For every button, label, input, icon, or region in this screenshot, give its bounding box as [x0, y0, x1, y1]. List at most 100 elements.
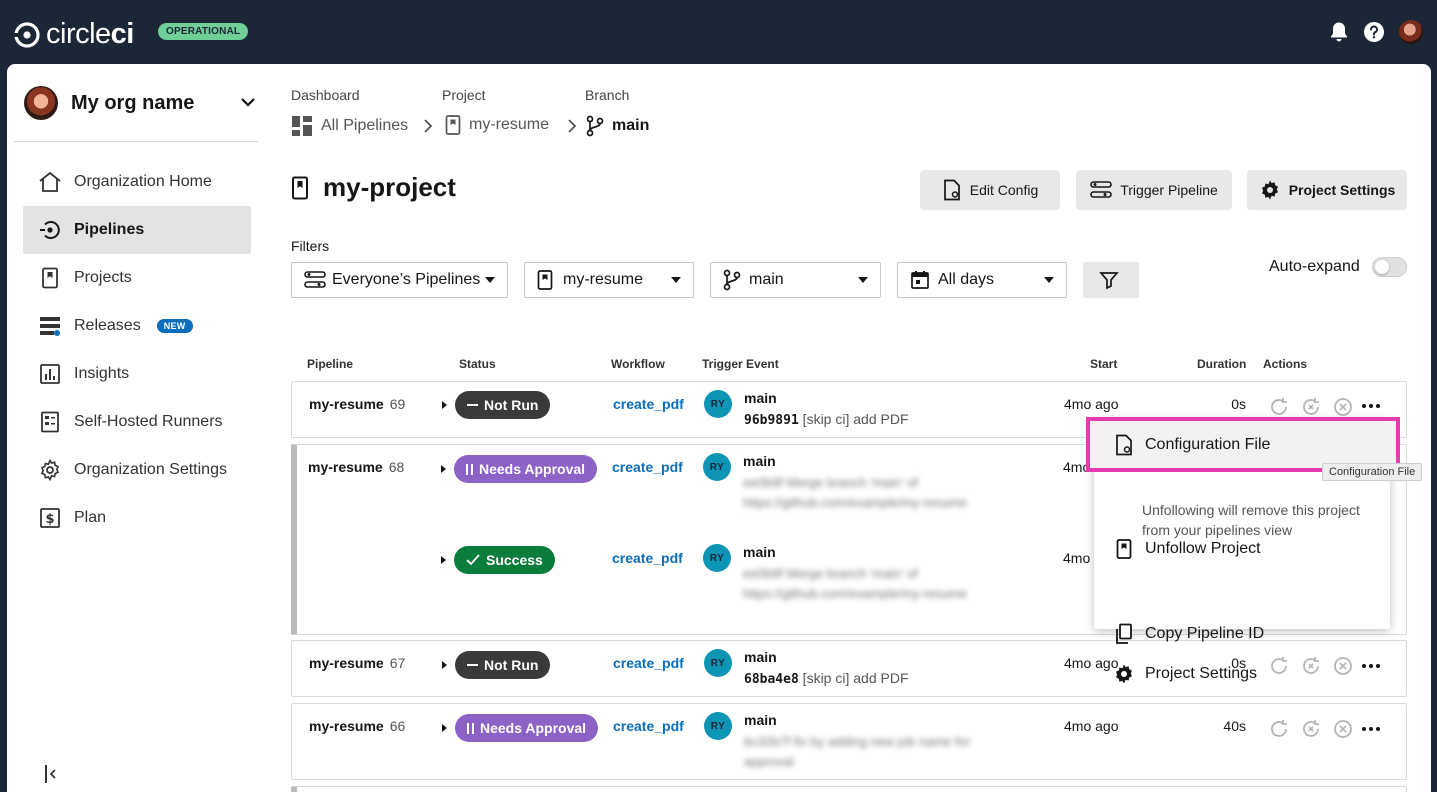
pipeline-name[interactable]: my-resume 68	[308, 459, 404, 475]
branch-filter-select[interactable]: main	[710, 262, 881, 298]
pipeline-name[interactable]: my-resume 66	[309, 718, 405, 734]
rerun-icon[interactable]	[1268, 718, 1290, 740]
pipelines-icon	[38, 218, 62, 242]
breadcrumb-dashboard: Dashboard All Pipelines	[291, 87, 408, 136]
avatar: RY	[704, 712, 732, 740]
status-badge[interactable]: OPERATIONAL	[158, 23, 249, 40]
edit-config-button[interactable]: Edit Config	[920, 170, 1060, 210]
circleci-logo[interactable]: circleci	[14, 18, 134, 51]
sidebar-item-label: Organization Home	[74, 173, 212, 190]
workflow-link[interactable]: create_pdf	[613, 718, 684, 734]
duration: 0s	[1231, 396, 1246, 412]
blurred-commit-message: ee0b9f Merge branch 'main' of https://gi…	[743, 566, 967, 601]
expand-triangle-icon[interactable]	[442, 724, 447, 732]
workflow-link[interactable]: create_pdf	[613, 655, 684, 671]
breadcrumb-label: Dashboard	[291, 87, 360, 103]
more-actions-icon[interactable]	[1362, 727, 1380, 731]
pipeline-name[interactable]: my-resume 69	[309, 396, 405, 412]
pipelines-filter-select[interactable]: Everyone’s Pipelines	[291, 262, 508, 298]
status-badge[interactable]: Needs Approval	[455, 714, 599, 742]
rerun-icon[interactable]	[1268, 655, 1290, 677]
chevron-down-icon[interactable]	[240, 94, 256, 110]
bell-icon[interactable]	[1329, 21, 1349, 43]
chevron-right-icon	[568, 119, 577, 133]
rerun-failed-icon[interactable]	[1300, 718, 1322, 740]
avatar: RY	[703, 453, 731, 481]
more-actions-icon[interactable]	[1362, 404, 1380, 408]
cancel-icon[interactable]	[1332, 655, 1354, 677]
advanced-filter-button[interactable]	[1083, 262, 1139, 298]
pipeline-name[interactable]: my-resume 67	[309, 655, 405, 671]
expand-triangle-icon[interactable]	[442, 401, 447, 409]
brand-name: circleci	[46, 18, 134, 50]
sidebar-item-label: Pipelines	[74, 221, 145, 238]
table-row: my-resume 66 Needs Approval create_pdf RY…	[291, 703, 1407, 780]
rerun-icon[interactable]	[1268, 396, 1290, 418]
page-title: my-project	[291, 172, 456, 203]
breadcrumb-project-link[interactable]: my-resume	[445, 115, 549, 135]
sidebar-item-organization-settings[interactable]: Organization Settings	[23, 446, 251, 494]
commit-message[interactable]: 96b9891 [skip ci] add PDF	[744, 411, 909, 428]
avatar: RY	[704, 649, 732, 677]
menu-item-unfollow-project[interactable]: Unfollow Project	[1113, 539, 1261, 559]
auto-expand-toggle[interactable]	[1372, 257, 1407, 277]
trigger-branch: main	[744, 712, 777, 728]
date-filter-select[interactable]: All days	[897, 262, 1067, 298]
org-switcher[interactable]: My org name	[24, 84, 256, 122]
cancel-icon[interactable]	[1332, 718, 1354, 740]
pause-icon	[467, 722, 474, 734]
expand-triangle-icon[interactable]	[442, 661, 447, 669]
column-header-trigger: Trigger Event	[702, 357, 779, 371]
dash-icon	[467, 404, 478, 406]
sidebar-item-pipelines[interactable]: Pipelines	[23, 206, 251, 254]
sidebar-item-plan[interactable]: $ Plan	[23, 494, 251, 542]
breadcrumb-label: Project	[442, 87, 486, 103]
project-settings-button[interactable]: Project Settings	[1247, 170, 1407, 210]
pipelines-filter-icon	[304, 271, 326, 288]
rerun-failed-icon[interactable]	[1300, 655, 1322, 677]
svg-text:$: $	[45, 512, 54, 527]
sidebar-item-label: Self-Hosted Runners	[74, 413, 223, 430]
help-icon[interactable]	[1363, 21, 1385, 43]
branch-icon	[586, 115, 604, 137]
status-badge[interactable]: Not Run	[455, 651, 551, 679]
more-actions-icon[interactable]	[1362, 664, 1380, 668]
status-badge[interactable]: Success	[454, 546, 555, 574]
rerun-failed-icon[interactable]	[1300, 396, 1322, 418]
menu-item-project-settings[interactable]: Project Settings	[1113, 663, 1257, 685]
trigger-pipeline-button[interactable]: Trigger Pipeline	[1076, 170, 1232, 210]
menu-item-copy-pipeline-id[interactable]: Copy Pipeline ID	[1113, 623, 1264, 645]
project-filter-select[interactable]: my-resume	[524, 262, 694, 298]
sidebar-item-self-hosted-runners[interactable]: Self-Hosted Runners	[23, 398, 251, 446]
commit-message[interactable]: 68ba4e8 [skip ci] add PDF	[744, 670, 909, 687]
status-badge[interactable]: Not Run	[455, 391, 551, 419]
sidebar-item-insights[interactable]: Insights	[23, 350, 251, 398]
sidebar-item-organization-home[interactable]: Organization Home	[23, 158, 251, 206]
sidebar-item-releases[interactable]: Releases NEW	[23, 302, 251, 350]
workflow-link[interactable]: create_pdf	[612, 459, 683, 475]
expand-triangle-icon[interactable]	[441, 465, 446, 473]
breadcrumb-project: Project my-resume	[442, 87, 549, 135]
breadcrumb-label: Branch	[585, 87, 630, 103]
calendar-icon	[911, 271, 929, 289]
pause-icon	[466, 463, 473, 475]
column-header-workflow: Workflow	[611, 357, 665, 371]
column-header-duration: Duration	[1197, 357, 1247, 371]
sidebar-item-projects[interactable]: Projects	[23, 254, 251, 302]
workflow-link[interactable]: create_pdf	[612, 550, 683, 566]
table-row	[291, 786, 1407, 792]
collapse-sidebar-icon[interactable]	[43, 764, 57, 784]
breadcrumb-branch-current: main	[586, 115, 649, 137]
org-name: My org name	[71, 91, 195, 114]
sidebar-item-label: Projects	[74, 269, 132, 286]
gear-icon	[1113, 663, 1135, 685]
breadcrumb-all-pipelines[interactable]: All Pipelines	[291, 115, 408, 137]
branch-filter-value: main	[749, 271, 784, 288]
user-avatar[interactable]	[1399, 20, 1423, 44]
cancel-icon[interactable]	[1332, 396, 1354, 418]
expand-triangle-icon[interactable]	[441, 556, 446, 564]
dollar-icon: $	[38, 506, 62, 530]
workflow-link[interactable]: create_pdf	[613, 396, 684, 412]
branch-icon	[723, 269, 741, 291]
status-badge[interactable]: Needs Approval	[454, 455, 598, 483]
